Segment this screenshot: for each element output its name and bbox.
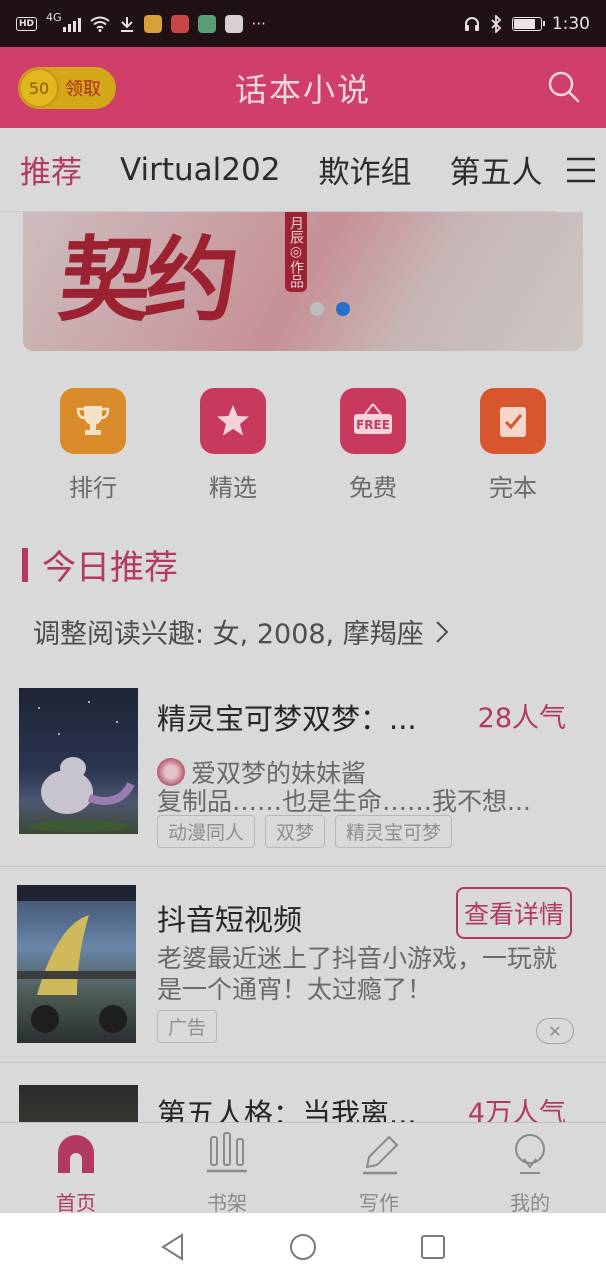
- section-accent-bar: [22, 547, 28, 582]
- nav-profile[interactable]: 我的: [480, 1131, 580, 1216]
- popularity: 28人气: [477, 703, 566, 734]
- carousel-dot[interactable]: [310, 302, 324, 316]
- home-icon: [58, 1135, 94, 1173]
- tab-fraud-group[interactable]: 欺诈组: [318, 147, 411, 192]
- network-label: 4G: [46, 11, 62, 24]
- claim-coins-button[interactable]: 50 领取: [18, 67, 116, 109]
- book-title: 第五人格：当我离...: [157, 1097, 417, 1122]
- download-icon: [120, 16, 133, 32]
- author-avatar: [157, 758, 185, 786]
- home-circle-icon[interactable]: [288, 1232, 318, 1262]
- category-completed[interactable]: 完本: [468, 388, 558, 503]
- book-description: 复制品……也是生命……我不想...: [157, 787, 531, 816]
- free-sign-icon: FREE: [340, 388, 406, 454]
- ad-item[interactable]: 抖音短视频 查看详情 老婆最近迷上了抖音小游戏，一玩就是一个通宵！太过瘾了！ 广…: [0, 866, 606, 1062]
- menu-icon: [567, 157, 595, 183]
- section-header: 今日推荐: [22, 540, 178, 589]
- category-shortcuts: 排行 精选 FREE 免费 完本: [0, 388, 606, 508]
- ad-label: 广告: [157, 1010, 218, 1043]
- close-ad-icon[interactable]: ✕: [536, 1018, 574, 1044]
- category-free[interactable]: FREE 免费: [328, 388, 418, 503]
- book-cover: [19, 1085, 138, 1122]
- tab-recommend[interactable]: 推荐: [20, 147, 82, 192]
- book-item[interactable]: 精灵宝可梦双梦：... 28人气 爱双梦的妹妹酱 复制品……也是生命……我不想.…: [0, 668, 606, 868]
- banner-title: 契约: [54, 227, 238, 334]
- ad-tags: 广告: [157, 1010, 218, 1043]
- tab-identity-v[interactable]: 第五人: [449, 147, 542, 192]
- trophy-icon: [60, 388, 126, 454]
- more-notifications-icon: ···: [251, 14, 266, 33]
- nav-label: 书架: [207, 1191, 247, 1215]
- back-icon[interactable]: [158, 1232, 188, 1262]
- chevron-right-icon: [436, 620, 449, 643]
- coin-icon: 50: [19, 68, 59, 108]
- book-title: 精灵宝可梦双梦：...: [157, 702, 417, 736]
- recents-icon[interactable]: [418, 1232, 448, 1262]
- category-label: 免费: [349, 474, 397, 502]
- svg-text:FREE: FREE: [356, 418, 390, 432]
- status-bar: HD 4G ··· 1:30: [0, 0, 606, 47]
- clock: 1:30: [551, 13, 590, 34]
- battery-icon: [511, 16, 545, 31]
- tag[interactable]: 双梦: [265, 815, 326, 848]
- category-tabs: 推荐 Virtual202 欺诈组 第五人: [0, 128, 606, 212]
- bluetooth-icon: [491, 14, 502, 33]
- book-tags: 动漫同人 双梦 精灵宝可梦: [157, 815, 453, 848]
- ad-description: 老婆最近迷上了抖音小游戏，一玩就是一个通宵！太过瘾了！: [157, 944, 558, 1004]
- app-screen: HD 4G ··· 1:30 50 领取 话本小说 推荐 Virtual202 …: [0, 0, 606, 1280]
- nav-label: 写作: [359, 1191, 399, 1215]
- category-featured[interactable]: 精选: [188, 388, 278, 503]
- news-app-icon: [224, 14, 243, 33]
- profile-icon: [515, 1134, 545, 1174]
- search-icon[interactable]: [546, 69, 582, 105]
- signal-icon: [62, 16, 81, 32]
- netease-app-icon: [170, 14, 189, 33]
- system-navigation-bar: [0, 1213, 606, 1280]
- ad-title: 抖音短视频: [157, 903, 303, 937]
- view-details-button[interactable]: 查看详情: [455, 887, 572, 939]
- weibo-app-icon: [143, 14, 162, 33]
- tab-menu-button[interactable]: [556, 128, 606, 212]
- reading-interest-link[interactable]: 调整阅读兴趣: 女, 2008, 摩羯座: [33, 612, 452, 651]
- banner-author-tag: 月辰◎作品: [285, 212, 307, 292]
- tag[interactable]: 精灵宝可梦: [335, 815, 453, 848]
- bottom-navigation: 首页 书架 写作 我的: [0, 1122, 606, 1216]
- checked-book-icon: [480, 388, 546, 454]
- carousel-dot-active[interactable]: [336, 302, 350, 316]
- app-header: 50 领取 话本小说: [0, 47, 606, 128]
- tag[interactable]: 动漫同人: [157, 815, 256, 848]
- category-label: 排行: [69, 474, 117, 502]
- hd-icon: HD: [16, 16, 38, 31]
- claim-label: 领取: [65, 79, 101, 100]
- headset-icon: [464, 16, 479, 31]
- browser-app-icon: [197, 14, 216, 33]
- book-cover: [19, 688, 138, 834]
- category-ranking[interactable]: 排行: [48, 388, 138, 503]
- book-item[interactable]: 第五人格：当我离... 4万人气: [0, 1062, 606, 1122]
- category-label: 完本: [489, 474, 537, 502]
- nav-write[interactable]: 写作: [329, 1131, 429, 1216]
- interest-text: 调整阅读兴趣: 女, 2008, 摩羯座: [33, 619, 424, 650]
- nav-label: 我的: [510, 1191, 550, 1215]
- app-title: 话本小说: [234, 70, 371, 109]
- nav-bookshelf[interactable]: 书架: [177, 1131, 277, 1216]
- pencil-icon: [363, 1135, 399, 1175]
- nav-home[interactable]: 首页: [26, 1131, 126, 1216]
- ad-cover: [17, 885, 136, 1043]
- bookshelf-icon: [207, 1132, 247, 1173]
- tab-virtual202[interactable]: Virtual202: [120, 152, 280, 188]
- author-name: 爱双梦的妹妹酱: [191, 759, 367, 788]
- section-title: 今日推荐: [42, 548, 178, 588]
- banner-carousel[interactable]: 契约 月辰◎作品: [23, 212, 583, 351]
- book-author: 爱双梦的妹妹酱: [157, 754, 366, 790]
- category-label: 精选: [209, 474, 257, 502]
- nav-label: 首页: [56, 1191, 96, 1215]
- popularity: 4万人气: [467, 1098, 566, 1122]
- wifi-icon: [89, 16, 110, 32]
- star-icon: [200, 388, 266, 454]
